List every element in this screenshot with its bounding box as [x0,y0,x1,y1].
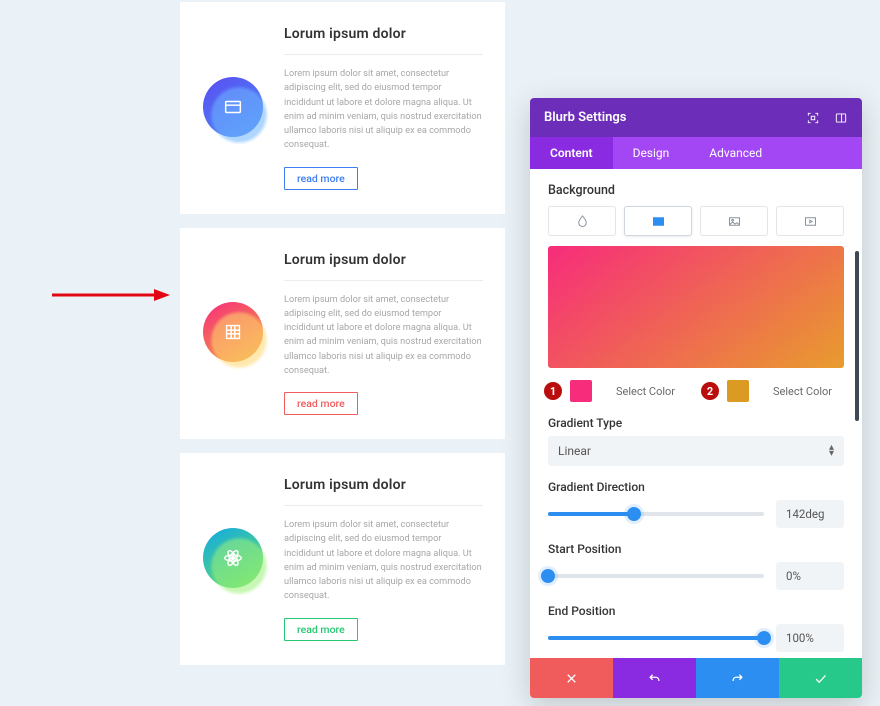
end-position-value[interactable]: 100% [776,624,844,652]
read-more-button[interactable]: read more [284,618,358,641]
tab-advanced[interactable]: Advanced [689,137,782,169]
close-icon [564,671,579,686]
read-more-button[interactable]: read more [284,392,358,415]
check-icon [813,671,828,686]
preview-column: Lorum ipsum dolor Lorem ipsum dolor sit … [180,0,505,706]
blurb-media [202,475,264,641]
gradient-direction-slider[interactable] [548,512,764,516]
gradient-icon [651,214,666,229]
card-icon [222,96,244,118]
annotation-arrow [50,286,170,304]
blurb-meta: Lorum ipsum dolor Lorem ipsum dolor sit … [284,250,483,416]
section-label-background: Background [548,183,844,198]
field-gradient-type: Gradient Type Linear ▴▾ [548,416,844,466]
card-title: Lorum ipsum dolor [284,26,483,42]
card-title: Lorum ipsum dolor [284,477,483,493]
gradient-preview [548,246,844,368]
field-gradient-direction: Gradient Direction 142deg [548,480,844,528]
blurb-meta: Lorum ipsum dolor Lorem ipsum dolor sit … [284,475,483,641]
card-icon-circle [203,302,263,362]
card-body: Lorem ipsum dolor sit amet, consectetur … [284,518,483,604]
scrollbar[interactable] [855,251,859,421]
redo-icon [730,671,745,686]
blurb-card[interactable]: Lorum ipsum dolor Lorem ipsum dolor sit … [180,228,505,440]
start-position-value[interactable]: 0% [776,562,844,590]
gradient-type-select[interactable]: Linear ▴▾ [548,436,844,466]
image-icon [727,214,742,229]
module-settings-panel: Blurb Settings Content Design Advanced B… [530,98,862,698]
panel-footer [530,658,862,698]
chevron-updown-icon: ▴▾ [829,445,834,457]
panel-title: Blurb Settings [544,110,627,125]
bg-tab-image[interactable] [700,206,768,236]
color-swatch-1[interactable] [570,380,592,402]
gradient-direction-value[interactable]: 142deg [776,500,844,528]
blurb-meta: Lorum ipsum dolor Lorem ipsum dolor sit … [284,24,483,190]
card-title: Lorum ipsum dolor [284,252,483,268]
field-label: Start Position [548,542,844,556]
start-position-slider[interactable] [548,574,764,578]
card-icon-circle [203,528,263,588]
expand-icon[interactable] [806,111,820,125]
select-value: Linear [558,444,591,458]
tab-content[interactable]: Content [530,137,613,169]
color-swatch-2[interactable] [727,380,749,402]
end-position-slider[interactable] [548,636,764,640]
field-end-position: End Position 100% [548,604,844,652]
grid-icon [222,321,244,343]
card-icon-circle [203,77,263,137]
bg-tab-gradient[interactable] [624,206,692,236]
gradient-colors-row: 1 Select Color 2 Select Color [530,380,862,402]
select-color-label: Select Color [757,385,848,398]
blurb-media [202,24,264,190]
background-type-tabs [548,206,844,236]
undo-icon [647,671,662,686]
tab-design[interactable]: Design [613,137,690,169]
gradient-color-1[interactable]: 1 Select Color [544,380,691,402]
blurb-card[interactable]: Lorum ipsum dolor Lorem ipsum dolor sit … [180,453,505,665]
field-label: End Position [548,604,844,618]
blurb-media [202,250,264,416]
divider [284,54,483,55]
divider [284,280,483,281]
field-label: Gradient Direction [548,480,844,494]
card-body: Lorem ipsum dolor sit amet, consectetur … [284,293,483,379]
read-more-button[interactable]: read more [284,167,358,190]
redo-button[interactable] [696,658,779,698]
divider [284,505,483,506]
panel-body: Background 1 Select Color 2 [530,169,862,658]
blurb-card[interactable]: Lorum ipsum dolor Lorem ipsum dolor sit … [180,2,505,214]
bg-tab-video[interactable] [776,206,844,236]
atom-icon [222,547,244,569]
annotation-badge-2: 2 [701,382,719,400]
sidebar-toggle-icon[interactable] [834,111,848,125]
field-start-position: Start Position 0% [548,542,844,590]
gradient-color-2[interactable]: 2 Select Color [701,380,848,402]
field-label: Gradient Type [548,416,844,430]
cancel-button[interactable] [530,658,613,698]
droplet-icon [575,214,590,229]
undo-button[interactable] [613,658,696,698]
video-icon [803,214,818,229]
card-body: Lorem ipsum dolor sit amet, consectetur … [284,67,483,153]
annotation-badge-1: 1 [544,382,562,400]
panel-tabs: Content Design Advanced [530,137,862,169]
bg-tab-color[interactable] [548,206,616,236]
save-button[interactable] [779,658,862,698]
panel-header[interactable]: Blurb Settings [530,98,862,137]
select-color-label: Select Color [600,385,691,398]
